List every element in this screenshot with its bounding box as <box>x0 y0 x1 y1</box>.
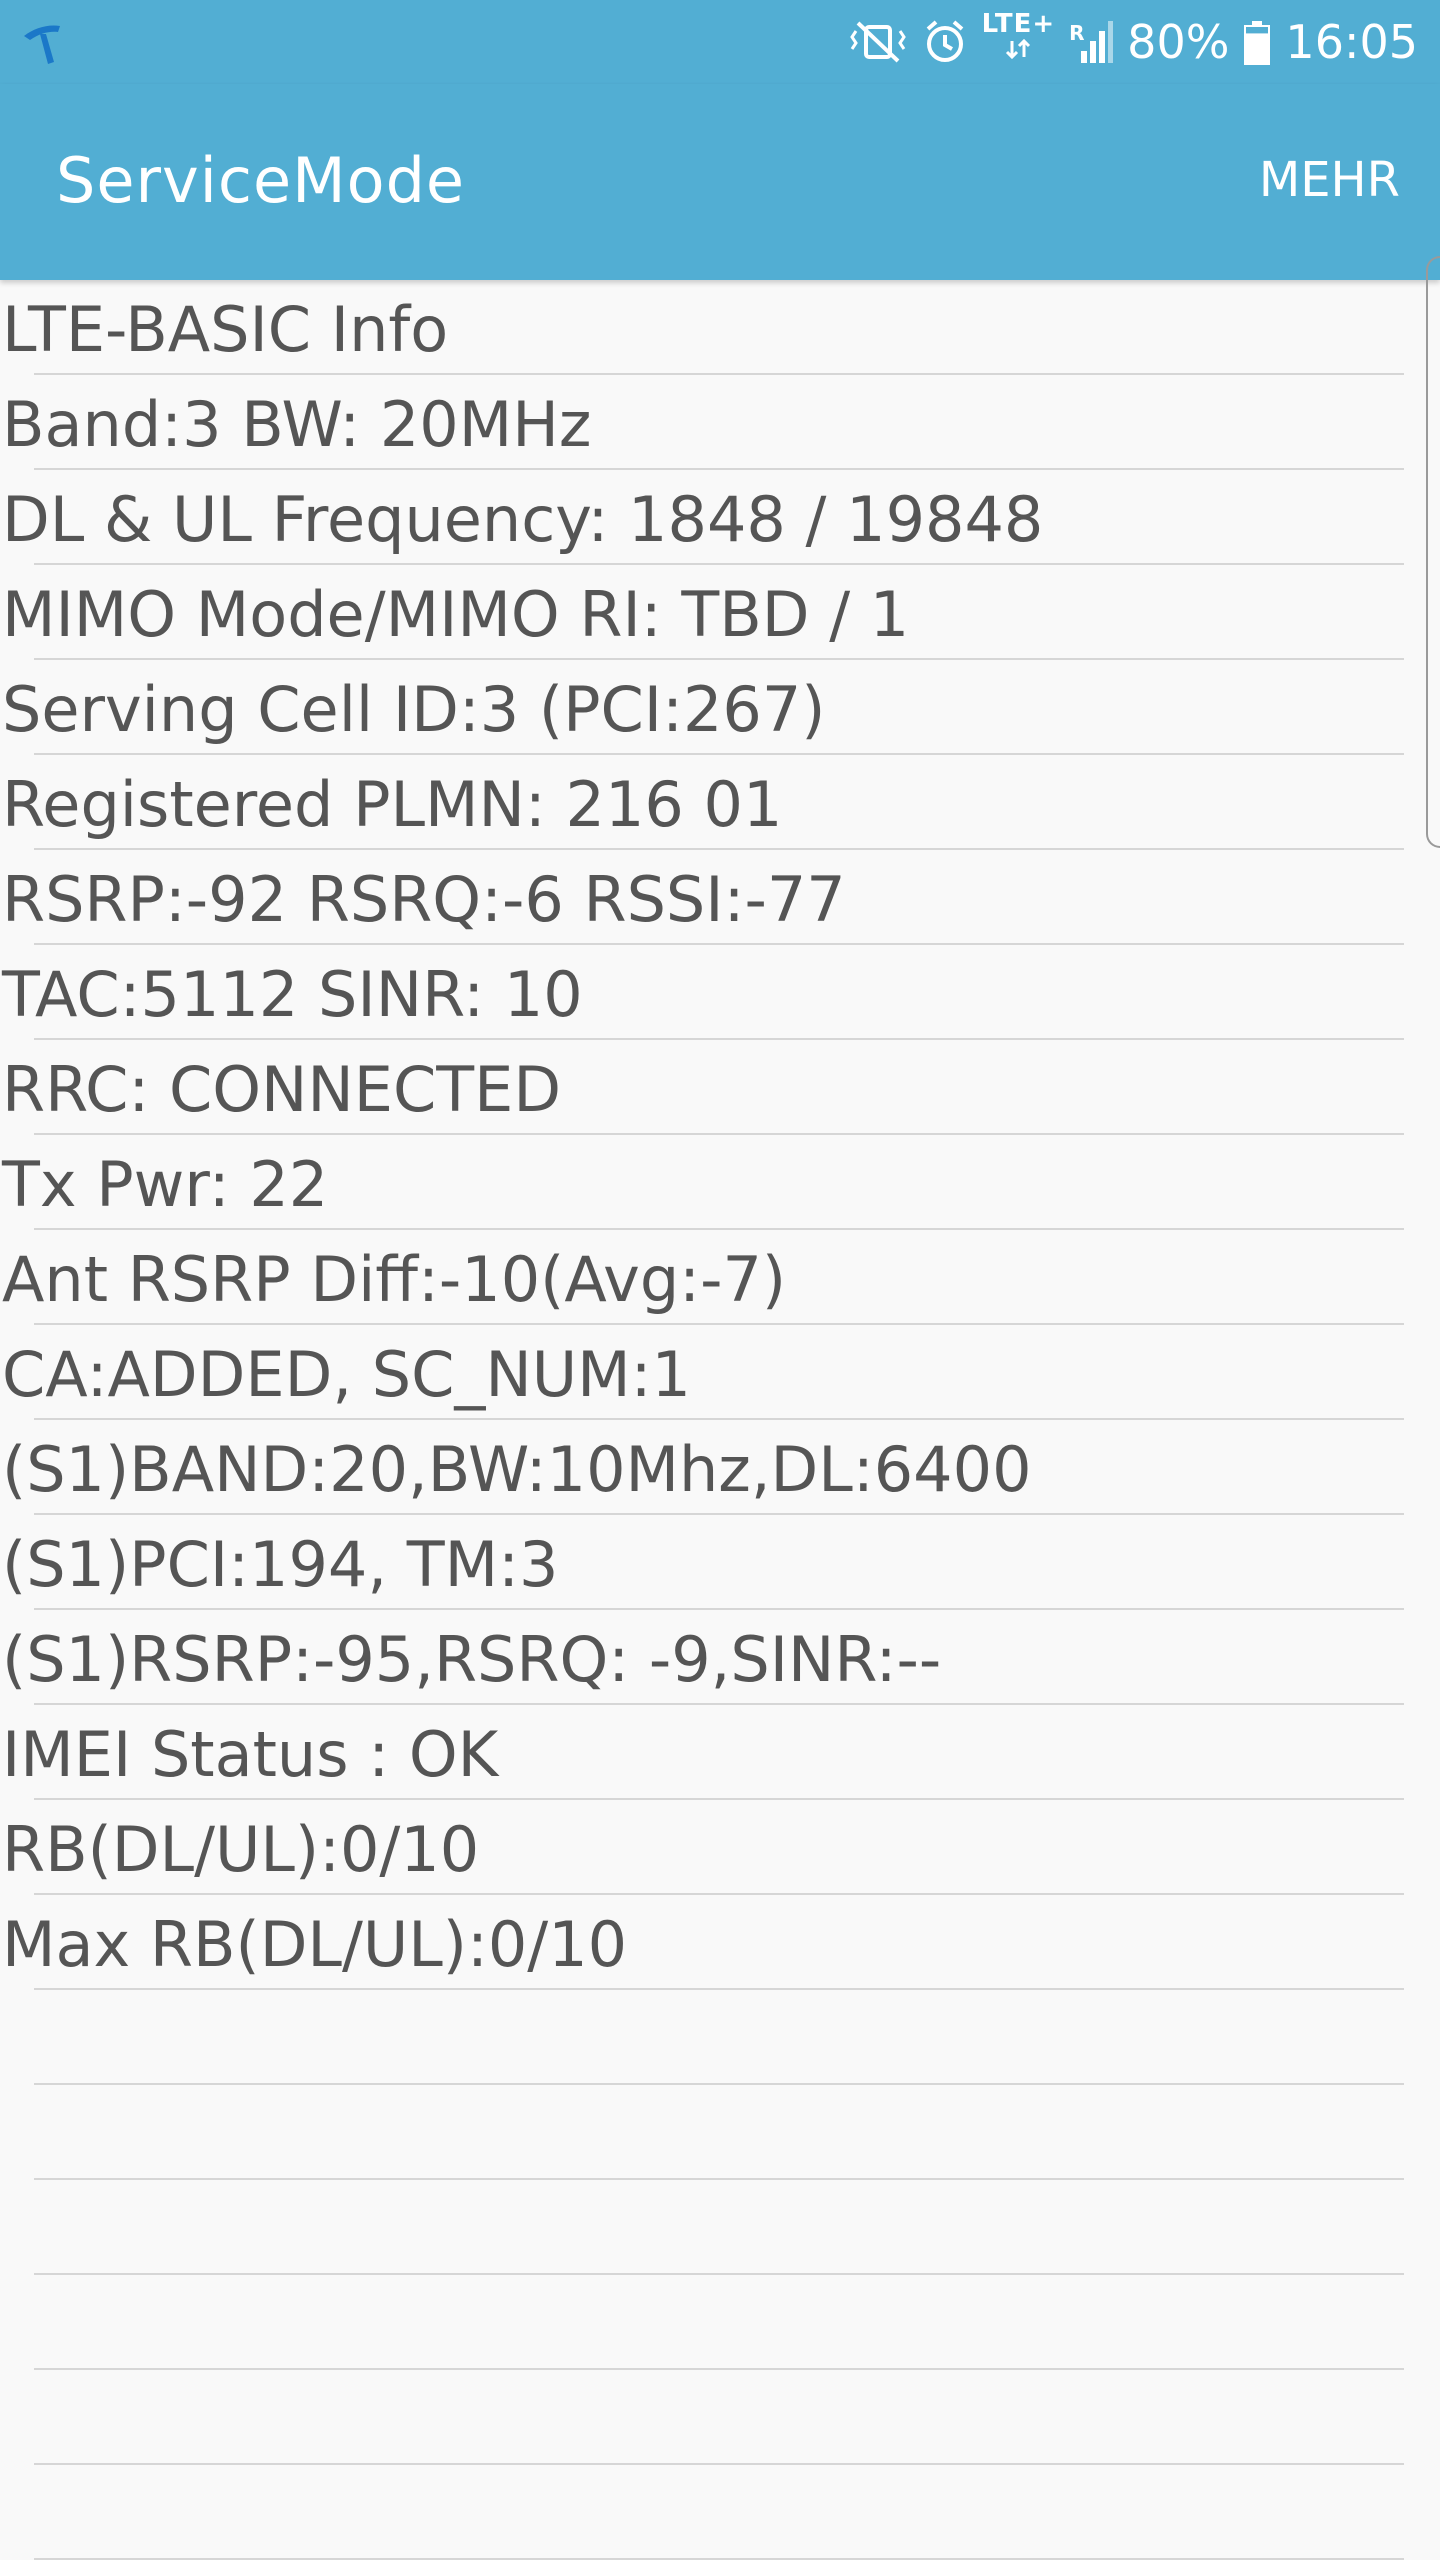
info-line-text: MIMO Mode/MIMO RI: TBD / 1 <box>2 578 910 651</box>
info-line-text: Ant RSRP Diff:-10(Avg:-7) <box>2 1243 787 1316</box>
info-row: DL & UL Frequency: 1848 / 19848 <box>0 470 1440 565</box>
roaming-label: R <box>1069 21 1085 45</box>
info-list: LTE-BASIC Info Band:3 BW: 20MHz DL & UL Fr… <box>0 280 1440 2560</box>
info-line-text: (S1)BAND:20,BW:10Mhz,DL:6400 <box>2 1433 1032 1506</box>
service-info-panel[interactable]: LTE-BASIC Info Band:3 BW: 20MHz DL & UL Fr… <box>0 280 1440 2560</box>
info-row <box>0 2275 1440 2370</box>
network-label: LTE+ <box>981 9 1056 39</box>
battery-percent: 80% <box>1127 15 1230 69</box>
clock: 16:05 <box>1285 15 1418 69</box>
info-line-text: Tx Pwr: 22 <box>2 1148 329 1221</box>
signal-roaming-icon: R <box>1069 17 1114 67</box>
info-line-text: (S1)RSRP:-95,RSRQ: -9,SINR:-- <box>2 1623 942 1696</box>
info-row: (S1)BAND:20,BW:10Mhz,DL:6400 <box>0 1420 1440 1515</box>
info-row <box>0 2370 1440 2465</box>
info-line-text: Serving Cell ID:3 (PCI:267) <box>2 673 826 746</box>
info-line-text: RB(DL/UL):0/10 <box>2 1813 480 1886</box>
info-row <box>0 2465 1440 2560</box>
telenor-logo-icon <box>24 25 60 64</box>
edge-panel-handle[interactable] <box>1426 256 1440 848</box>
info-line-text: IMEI Status : OK <box>2 1718 499 1791</box>
info-row <box>0 2085 1440 2180</box>
info-row: TAC:5112 SINR: 10 <box>0 945 1440 1040</box>
info-row: LTE-BASIC Info <box>0 280 1440 375</box>
lte-plus-data-icon: LTE+ <box>982 11 1056 65</box>
info-line-text: Max RB(DL/UL):0/10 <box>2 1908 628 1981</box>
info-row: Serving Cell ID:3 (PCI:267) <box>0 660 1440 755</box>
status-icons: LTE+ R 80% 16:05 <box>848 0 1418 84</box>
battery-icon <box>1244 21 1271 65</box>
info-line-text: CA:ADDED, SC_NUM:1 <box>2 1338 691 1411</box>
app-title: ServiceMode <box>56 144 466 217</box>
info-line-text: TAC:5112 SINR: 10 <box>2 958 583 1031</box>
info-row: (S1)RSRP:-95,RSRQ: -9,SINR:-- <box>0 1610 1440 1705</box>
info-line-text: (S1)PCI:194, TM:3 <box>2 1528 559 1601</box>
mute-vibrate-icon <box>849 21 906 63</box>
info-row: Band:3 BW: 20MHz <box>0 375 1440 470</box>
info-line-text: RSRP:-92 RSRQ:-6 RSSI:-77 <box>2 863 846 936</box>
info-row: CA:ADDED, SC_NUM:1 <box>0 1325 1440 1420</box>
info-row: Registered PLMN: 216 01 <box>0 755 1440 850</box>
info-row: IMEI Status : OK <box>0 1705 1440 1800</box>
alarm-icon <box>926 20 963 62</box>
info-row: RRC: CONNECTED <box>0 1040 1440 1135</box>
more-button[interactable]: MEHR <box>1259 152 1400 208</box>
info-row <box>0 2180 1440 2275</box>
info-row: MIMO Mode/MIMO RI: TBD / 1 <box>0 565 1440 660</box>
info-line-text: Band:3 BW: 20MHz <box>2 388 592 461</box>
info-row: Max RB(DL/UL):0/10 <box>0 1895 1440 1990</box>
info-line-text: RRC: CONNECTED <box>2 1053 562 1126</box>
info-line-text: Registered PLMN: 216 01 <box>2 768 783 841</box>
info-row: RSRP:-92 RSRQ:-6 RSSI:-77 <box>0 850 1440 945</box>
app-bar: ServiceMode MEHR <box>0 84 1440 280</box>
info-line-text: LTE-BASIC Info <box>2 293 449 366</box>
info-row: RB(DL/UL):0/10 <box>0 1800 1440 1895</box>
info-line-text: DL & UL Frequency: 1848 / 19848 <box>2 483 1044 556</box>
info-row: (S1)PCI:194, TM:3 <box>0 1515 1440 1610</box>
info-row: Ant RSRP Diff:-10(Avg:-7) <box>0 1230 1440 1325</box>
status-bar: LTE+ R 80% 16:05 <box>0 0 1440 84</box>
info-row <box>0 1990 1440 2085</box>
info-row: Tx Pwr: 22 <box>0 1135 1440 1230</box>
